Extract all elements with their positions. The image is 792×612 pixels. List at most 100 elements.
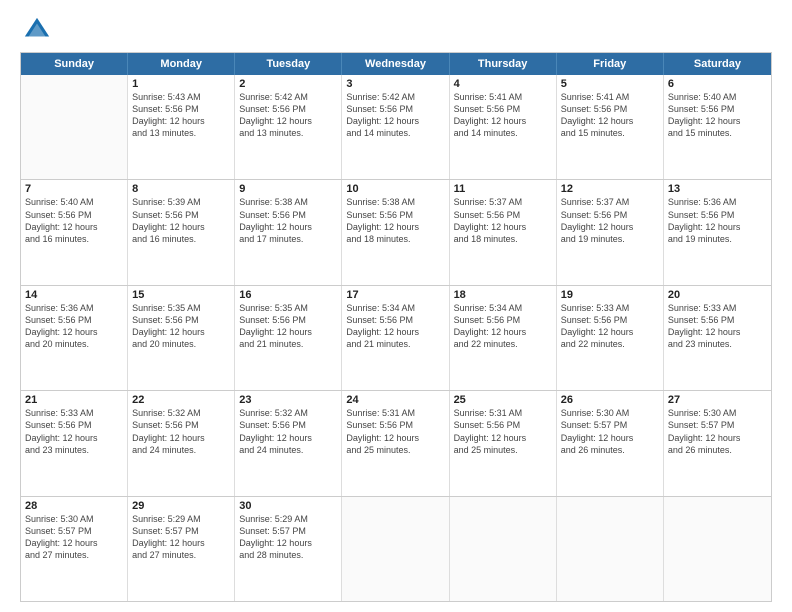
day-number: 11 — [454, 183, 552, 195]
day-number: 25 — [454, 394, 552, 406]
cell-text: Sunrise: 5:34 AM Sunset: 5:56 PM Dayligh… — [346, 302, 444, 351]
day-number: 5 — [561, 78, 659, 90]
cell-text: Sunrise: 5:41 AM Sunset: 5:56 PM Dayligh… — [454, 91, 552, 140]
calendar-week: 1Sunrise: 5:43 AM Sunset: 5:56 PM Daylig… — [21, 75, 771, 180]
day-number: 30 — [239, 500, 337, 512]
calendar-cell: 17Sunrise: 5:34 AM Sunset: 5:56 PM Dayli… — [342, 286, 449, 390]
calendar-cell: 26Sunrise: 5:30 AM Sunset: 5:57 PM Dayli… — [557, 391, 664, 495]
day-number: 6 — [668, 78, 767, 90]
day-number: 2 — [239, 78, 337, 90]
cell-text: Sunrise: 5:32 AM Sunset: 5:56 PM Dayligh… — [132, 407, 230, 456]
cell-text: Sunrise: 5:30 AM Sunset: 5:57 PM Dayligh… — [561, 407, 659, 456]
day-number: 20 — [668, 289, 767, 301]
calendar-cell: 27Sunrise: 5:30 AM Sunset: 5:57 PM Dayli… — [664, 391, 771, 495]
calendar-cell: 30Sunrise: 5:29 AM Sunset: 5:57 PM Dayli… — [235, 497, 342, 601]
logo — [20, 16, 51, 44]
calendar-cell: 9Sunrise: 5:38 AM Sunset: 5:56 PM Daylig… — [235, 180, 342, 284]
calendar-cell: 8Sunrise: 5:39 AM Sunset: 5:56 PM Daylig… — [128, 180, 235, 284]
day-number: 7 — [25, 183, 123, 195]
cell-text: Sunrise: 5:36 AM Sunset: 5:56 PM Dayligh… — [668, 196, 767, 245]
calendar-cell — [21, 75, 128, 179]
day-number: 3 — [346, 78, 444, 90]
day-number: 28 — [25, 500, 123, 512]
cell-text: Sunrise: 5:32 AM Sunset: 5:56 PM Dayligh… — [239, 407, 337, 456]
cell-text: Sunrise: 5:37 AM Sunset: 5:56 PM Dayligh… — [454, 196, 552, 245]
cell-text: Sunrise: 5:34 AM Sunset: 5:56 PM Dayligh… — [454, 302, 552, 351]
calendar-header-cell: Friday — [557, 53, 664, 75]
calendar-body: 1Sunrise: 5:43 AM Sunset: 5:56 PM Daylig… — [21, 75, 771, 601]
calendar-cell: 21Sunrise: 5:33 AM Sunset: 5:56 PM Dayli… — [21, 391, 128, 495]
calendar-header-cell: Tuesday — [235, 53, 342, 75]
day-number: 16 — [239, 289, 337, 301]
day-number: 15 — [132, 289, 230, 301]
day-number: 9 — [239, 183, 337, 195]
calendar-cell: 2Sunrise: 5:42 AM Sunset: 5:56 PM Daylig… — [235, 75, 342, 179]
calendar-cell: 20Sunrise: 5:33 AM Sunset: 5:56 PM Dayli… — [664, 286, 771, 390]
cell-text: Sunrise: 5:40 AM Sunset: 5:56 PM Dayligh… — [25, 196, 123, 245]
calendar-cell: 5Sunrise: 5:41 AM Sunset: 5:56 PM Daylig… — [557, 75, 664, 179]
day-number: 24 — [346, 394, 444, 406]
calendar-cell: 16Sunrise: 5:35 AM Sunset: 5:56 PM Dayli… — [235, 286, 342, 390]
cell-text: Sunrise: 5:29 AM Sunset: 5:57 PM Dayligh… — [132, 513, 230, 562]
calendar-cell: 22Sunrise: 5:32 AM Sunset: 5:56 PM Dayli… — [128, 391, 235, 495]
cell-text: Sunrise: 5:37 AM Sunset: 5:56 PM Dayligh… — [561, 196, 659, 245]
header — [20, 16, 772, 44]
calendar-cell: 4Sunrise: 5:41 AM Sunset: 5:56 PM Daylig… — [450, 75, 557, 179]
calendar-cell — [557, 497, 664, 601]
cell-text: Sunrise: 5:30 AM Sunset: 5:57 PM Dayligh… — [25, 513, 123, 562]
calendar-week: 28Sunrise: 5:30 AM Sunset: 5:57 PM Dayli… — [21, 497, 771, 601]
day-number: 14 — [25, 289, 123, 301]
cell-text: Sunrise: 5:43 AM Sunset: 5:56 PM Dayligh… — [132, 91, 230, 140]
calendar-header-cell: Sunday — [21, 53, 128, 75]
calendar-cell: 24Sunrise: 5:31 AM Sunset: 5:56 PM Dayli… — [342, 391, 449, 495]
calendar-cell — [664, 497, 771, 601]
calendar-cell: 13Sunrise: 5:36 AM Sunset: 5:56 PM Dayli… — [664, 180, 771, 284]
calendar-week: 21Sunrise: 5:33 AM Sunset: 5:56 PM Dayli… — [21, 391, 771, 496]
day-number: 12 — [561, 183, 659, 195]
cell-text: Sunrise: 5:33 AM Sunset: 5:56 PM Dayligh… — [561, 302, 659, 351]
day-number: 22 — [132, 394, 230, 406]
day-number: 26 — [561, 394, 659, 406]
calendar-cell — [450, 497, 557, 601]
calendar-week: 14Sunrise: 5:36 AM Sunset: 5:56 PM Dayli… — [21, 286, 771, 391]
day-number: 4 — [454, 78, 552, 90]
cell-text: Sunrise: 5:40 AM Sunset: 5:56 PM Dayligh… — [668, 91, 767, 140]
logo-icon — [23, 16, 51, 44]
calendar-cell: 3Sunrise: 5:42 AM Sunset: 5:56 PM Daylig… — [342, 75, 449, 179]
calendar-cell: 14Sunrise: 5:36 AM Sunset: 5:56 PM Dayli… — [21, 286, 128, 390]
calendar-cell: 23Sunrise: 5:32 AM Sunset: 5:56 PM Dayli… — [235, 391, 342, 495]
cell-text: Sunrise: 5:38 AM Sunset: 5:56 PM Dayligh… — [346, 196, 444, 245]
cell-text: Sunrise: 5:42 AM Sunset: 5:56 PM Dayligh… — [346, 91, 444, 140]
day-number: 18 — [454, 289, 552, 301]
cell-text: Sunrise: 5:31 AM Sunset: 5:56 PM Dayligh… — [346, 407, 444, 456]
cell-text: Sunrise: 5:36 AM Sunset: 5:56 PM Dayligh… — [25, 302, 123, 351]
day-number: 21 — [25, 394, 123, 406]
cell-text: Sunrise: 5:33 AM Sunset: 5:56 PM Dayligh… — [668, 302, 767, 351]
calendar-week: 7Sunrise: 5:40 AM Sunset: 5:56 PM Daylig… — [21, 180, 771, 285]
calendar-cell: 29Sunrise: 5:29 AM Sunset: 5:57 PM Dayli… — [128, 497, 235, 601]
calendar-cell: 7Sunrise: 5:40 AM Sunset: 5:56 PM Daylig… — [21, 180, 128, 284]
cell-text: Sunrise: 5:33 AM Sunset: 5:56 PM Dayligh… — [25, 407, 123, 456]
cell-text: Sunrise: 5:42 AM Sunset: 5:56 PM Dayligh… — [239, 91, 337, 140]
day-number: 13 — [668, 183, 767, 195]
cell-text: Sunrise: 5:38 AM Sunset: 5:56 PM Dayligh… — [239, 196, 337, 245]
day-number: 29 — [132, 500, 230, 512]
calendar-cell: 11Sunrise: 5:37 AM Sunset: 5:56 PM Dayli… — [450, 180, 557, 284]
cell-text: Sunrise: 5:39 AM Sunset: 5:56 PM Dayligh… — [132, 196, 230, 245]
day-number: 19 — [561, 289, 659, 301]
cell-text: Sunrise: 5:30 AM Sunset: 5:57 PM Dayligh… — [668, 407, 767, 456]
cell-text: Sunrise: 5:35 AM Sunset: 5:56 PM Dayligh… — [132, 302, 230, 351]
cell-text: Sunrise: 5:29 AM Sunset: 5:57 PM Dayligh… — [239, 513, 337, 562]
calendar-cell — [342, 497, 449, 601]
calendar-cell: 12Sunrise: 5:37 AM Sunset: 5:56 PM Dayli… — [557, 180, 664, 284]
calendar-cell: 18Sunrise: 5:34 AM Sunset: 5:56 PM Dayli… — [450, 286, 557, 390]
cell-text: Sunrise: 5:35 AM Sunset: 5:56 PM Dayligh… — [239, 302, 337, 351]
calendar-cell: 6Sunrise: 5:40 AM Sunset: 5:56 PM Daylig… — [664, 75, 771, 179]
day-number: 1 — [132, 78, 230, 90]
calendar-header-cell: Monday — [128, 53, 235, 75]
day-number: 23 — [239, 394, 337, 406]
calendar-header-cell: Wednesday — [342, 53, 449, 75]
calendar-header: SundayMondayTuesdayWednesdayThursdayFrid… — [21, 53, 771, 75]
day-number: 8 — [132, 183, 230, 195]
day-number: 17 — [346, 289, 444, 301]
